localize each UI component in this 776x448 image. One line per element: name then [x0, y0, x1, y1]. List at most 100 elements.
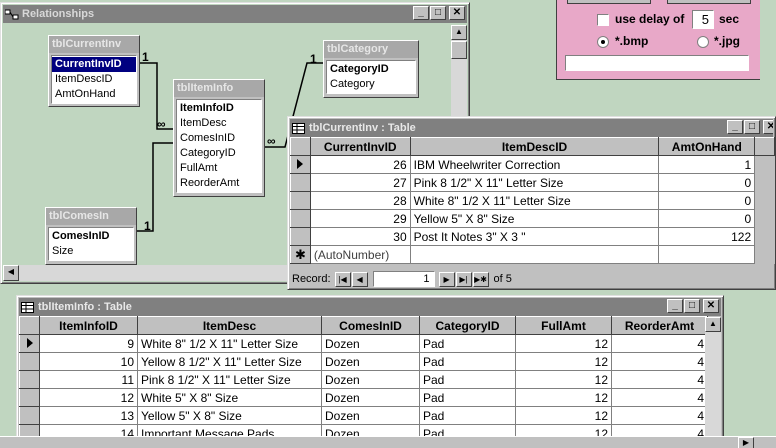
record-selector[interactable]: [290, 209, 311, 228]
record-selector[interactable]: [290, 173, 311, 192]
cell[interactable]: 10: [39, 352, 138, 371]
iteminfo-table-titlebar[interactable]: tblItemInfo : Table _ □ ✕: [19, 298, 721, 316]
scroll-up-button[interactable]: ▲: [705, 317, 721, 332]
currentinv-table-titlebar[interactable]: tblCurrentInv : Table _ □ ✕: [290, 119, 773, 137]
cell[interactable]: 0: [658, 191, 756, 210]
next-record-button[interactable]: ▶: [438, 271, 455, 287]
cell[interactable]: 29: [309, 209, 411, 228]
fieldlist-category[interactable]: tblCategory CategoryID Category: [323, 40, 419, 98]
cell[interactable]: 11: [39, 370, 138, 389]
cell[interactable]: White 8" 1/2 X 11" Letter Size: [409, 191, 660, 210]
scroll-up-button[interactable]: ▲: [451, 25, 467, 40]
cell[interactable]: 4: [611, 352, 708, 371]
cell[interactable]: Pink 8 1/2" X 11" Letter Size: [137, 370, 322, 389]
cell[interactable]: 122: [658, 227, 756, 246]
cell[interactable]: 4: [611, 388, 708, 407]
column-header[interactable]: ItemDesc: [137, 316, 322, 335]
maximize-button[interactable]: □: [684, 299, 700, 313]
fieldlist-comesin[interactable]: tblComesIn ComesInID Size: [45, 207, 137, 265]
field-categoryid[interactable]: CategoryID: [177, 146, 261, 161]
table-row[interactable]: 12 White 5" X 8" Size Dozen Pad 12 4: [19, 388, 708, 407]
cell[interactable]: Pink 8 1/2" X 11" Letter Size: [409, 173, 660, 192]
field-comesinid[interactable]: ComesInID: [177, 131, 261, 146]
column-header[interactable]: ItemDescID: [409, 137, 660, 156]
column-header[interactable]: FullAmt: [515, 316, 612, 335]
column-header[interactable]: ReorderAmt: [611, 316, 708, 335]
cell[interactable]: Dozen: [321, 370, 420, 389]
table-row[interactable]: 29 Yellow 5" X 8" Size 0: [290, 209, 775, 228]
cell[interactable]: Pad: [419, 352, 516, 371]
cell[interactable]: 30: [309, 227, 411, 246]
cell-autonumber[interactable]: (AutoNumber): [309, 245, 411, 264]
record-selector[interactable]: [19, 370, 40, 389]
corner-selector[interactable]: [290, 137, 311, 156]
cell[interactable]: 27: [309, 173, 411, 192]
column-header[interactable]: ComesInID: [321, 316, 420, 335]
field-itemdescid[interactable]: ItemDescID: [52, 72, 136, 87]
close-button[interactable]: ✕: [703, 299, 719, 313]
field-comesinid[interactable]: ComesInID: [49, 229, 133, 244]
field-fullamt[interactable]: FullAmt: [177, 161, 261, 176]
record-number-input[interactable]: 1: [372, 271, 435, 287]
fieldlist-iteminfo[interactable]: tblItemInfo ItemInfoID ItemDesc ComesInI…: [173, 79, 265, 197]
filename-field[interactable]: [565, 55, 749, 71]
cell[interactable]: Yellow 8 1/2" X 11" Letter Size: [137, 352, 322, 371]
delay-checkbox[interactable]: [597, 14, 609, 26]
cell[interactable]: IBM Wheelwriter Correction: [409, 155, 660, 174]
cell[interactable]: 4: [611, 406, 708, 425]
field-itemdesc[interactable]: ItemDesc: [177, 116, 261, 131]
scroll-thumb[interactable]: [451, 41, 467, 59]
new-record-button[interactable]: ▶✱: [472, 271, 489, 287]
field-reorderamt[interactable]: ReorderAmt: [177, 176, 261, 191]
field-iteminfoid[interactable]: ItemInfoID: [177, 101, 261, 116]
column-header[interactable]: AmtOnHand: [658, 137, 756, 156]
minimize-button[interactable]: _: [727, 120, 743, 134]
cell[interactable]: 9: [39, 334, 138, 353]
cell[interactable]: 12: [39, 388, 138, 407]
cell[interactable]: Post It Notes 3" X 3 ": [409, 227, 660, 246]
cell[interactable]: Pad: [419, 370, 516, 389]
cell[interactable]: 13: [39, 406, 138, 425]
cell[interactable]: White 5" X 8" Size: [137, 388, 322, 407]
cell[interactable]: 26: [309, 155, 411, 174]
cell[interactable]: 12: [515, 334, 612, 353]
field-categoryid[interactable]: CategoryID: [327, 62, 415, 77]
cell[interactable]: 12: [515, 388, 612, 407]
cell[interactable]: 12: [515, 406, 612, 425]
cell[interactable]: 1: [658, 155, 756, 174]
first-record-button[interactable]: |◀: [334, 271, 351, 287]
field-amtonhand[interactable]: AmtOnHand: [52, 87, 136, 102]
cell[interactable]: 4: [611, 370, 708, 389]
table-row[interactable]: 26 IBM Wheelwriter Correction 1: [290, 155, 775, 174]
fieldlist-title[interactable]: tblCurrentInv: [49, 36, 139, 53]
current-record-indicator[interactable]: [290, 155, 311, 174]
cell[interactable]: 0: [658, 209, 756, 228]
scroll-right-button[interactable]: ▶: [738, 437, 754, 448]
fieldlist-title[interactable]: tblComesIn: [46, 208, 136, 225]
corner-selector[interactable]: [19, 316, 40, 335]
cell[interactable]: Pad: [419, 334, 516, 353]
record-selector[interactable]: [19, 352, 40, 371]
cell[interactable]: White 8" 1/2 X 11" Letter Size: [137, 334, 322, 353]
field-currentinvid[interactable]: CurrentInvID: [52, 57, 136, 72]
record-selector[interactable]: [290, 191, 311, 210]
cell[interactable]: Yellow 5" X 8" Size: [137, 406, 322, 425]
cell[interactable]: Dozen: [321, 334, 420, 353]
jpg-radio[interactable]: [697, 36, 709, 48]
fieldlist-title[interactable]: tblCategory: [324, 41, 418, 58]
cell[interactable]: 28: [309, 191, 411, 210]
capture-panel-top-button-2[interactable]: [667, 0, 751, 4]
capture-panel-top-button[interactable]: [567, 0, 651, 4]
table-row[interactable]: 27 Pink 8 1/2" X 11" Letter Size 0: [290, 173, 775, 192]
cell[interactable]: [409, 245, 660, 264]
maximize-button[interactable]: □: [744, 120, 760, 134]
cell[interactable]: 4: [611, 334, 708, 353]
table-row[interactable]: 9 White 8" 1/2 X 11" Letter Size Dozen P…: [19, 334, 708, 353]
table-row[interactable]: 30 Post It Notes 3" X 3 " 122: [290, 227, 775, 246]
prev-record-button[interactable]: ◀: [351, 271, 368, 287]
cell[interactable]: 12: [515, 370, 612, 389]
workspace-hscrollbar[interactable]: ▶: [0, 436, 776, 448]
record-selector[interactable]: [19, 388, 40, 407]
column-header[interactable]: CurrentInvID: [309, 137, 411, 156]
new-record-indicator[interactable]: ✱: [290, 245, 311, 264]
